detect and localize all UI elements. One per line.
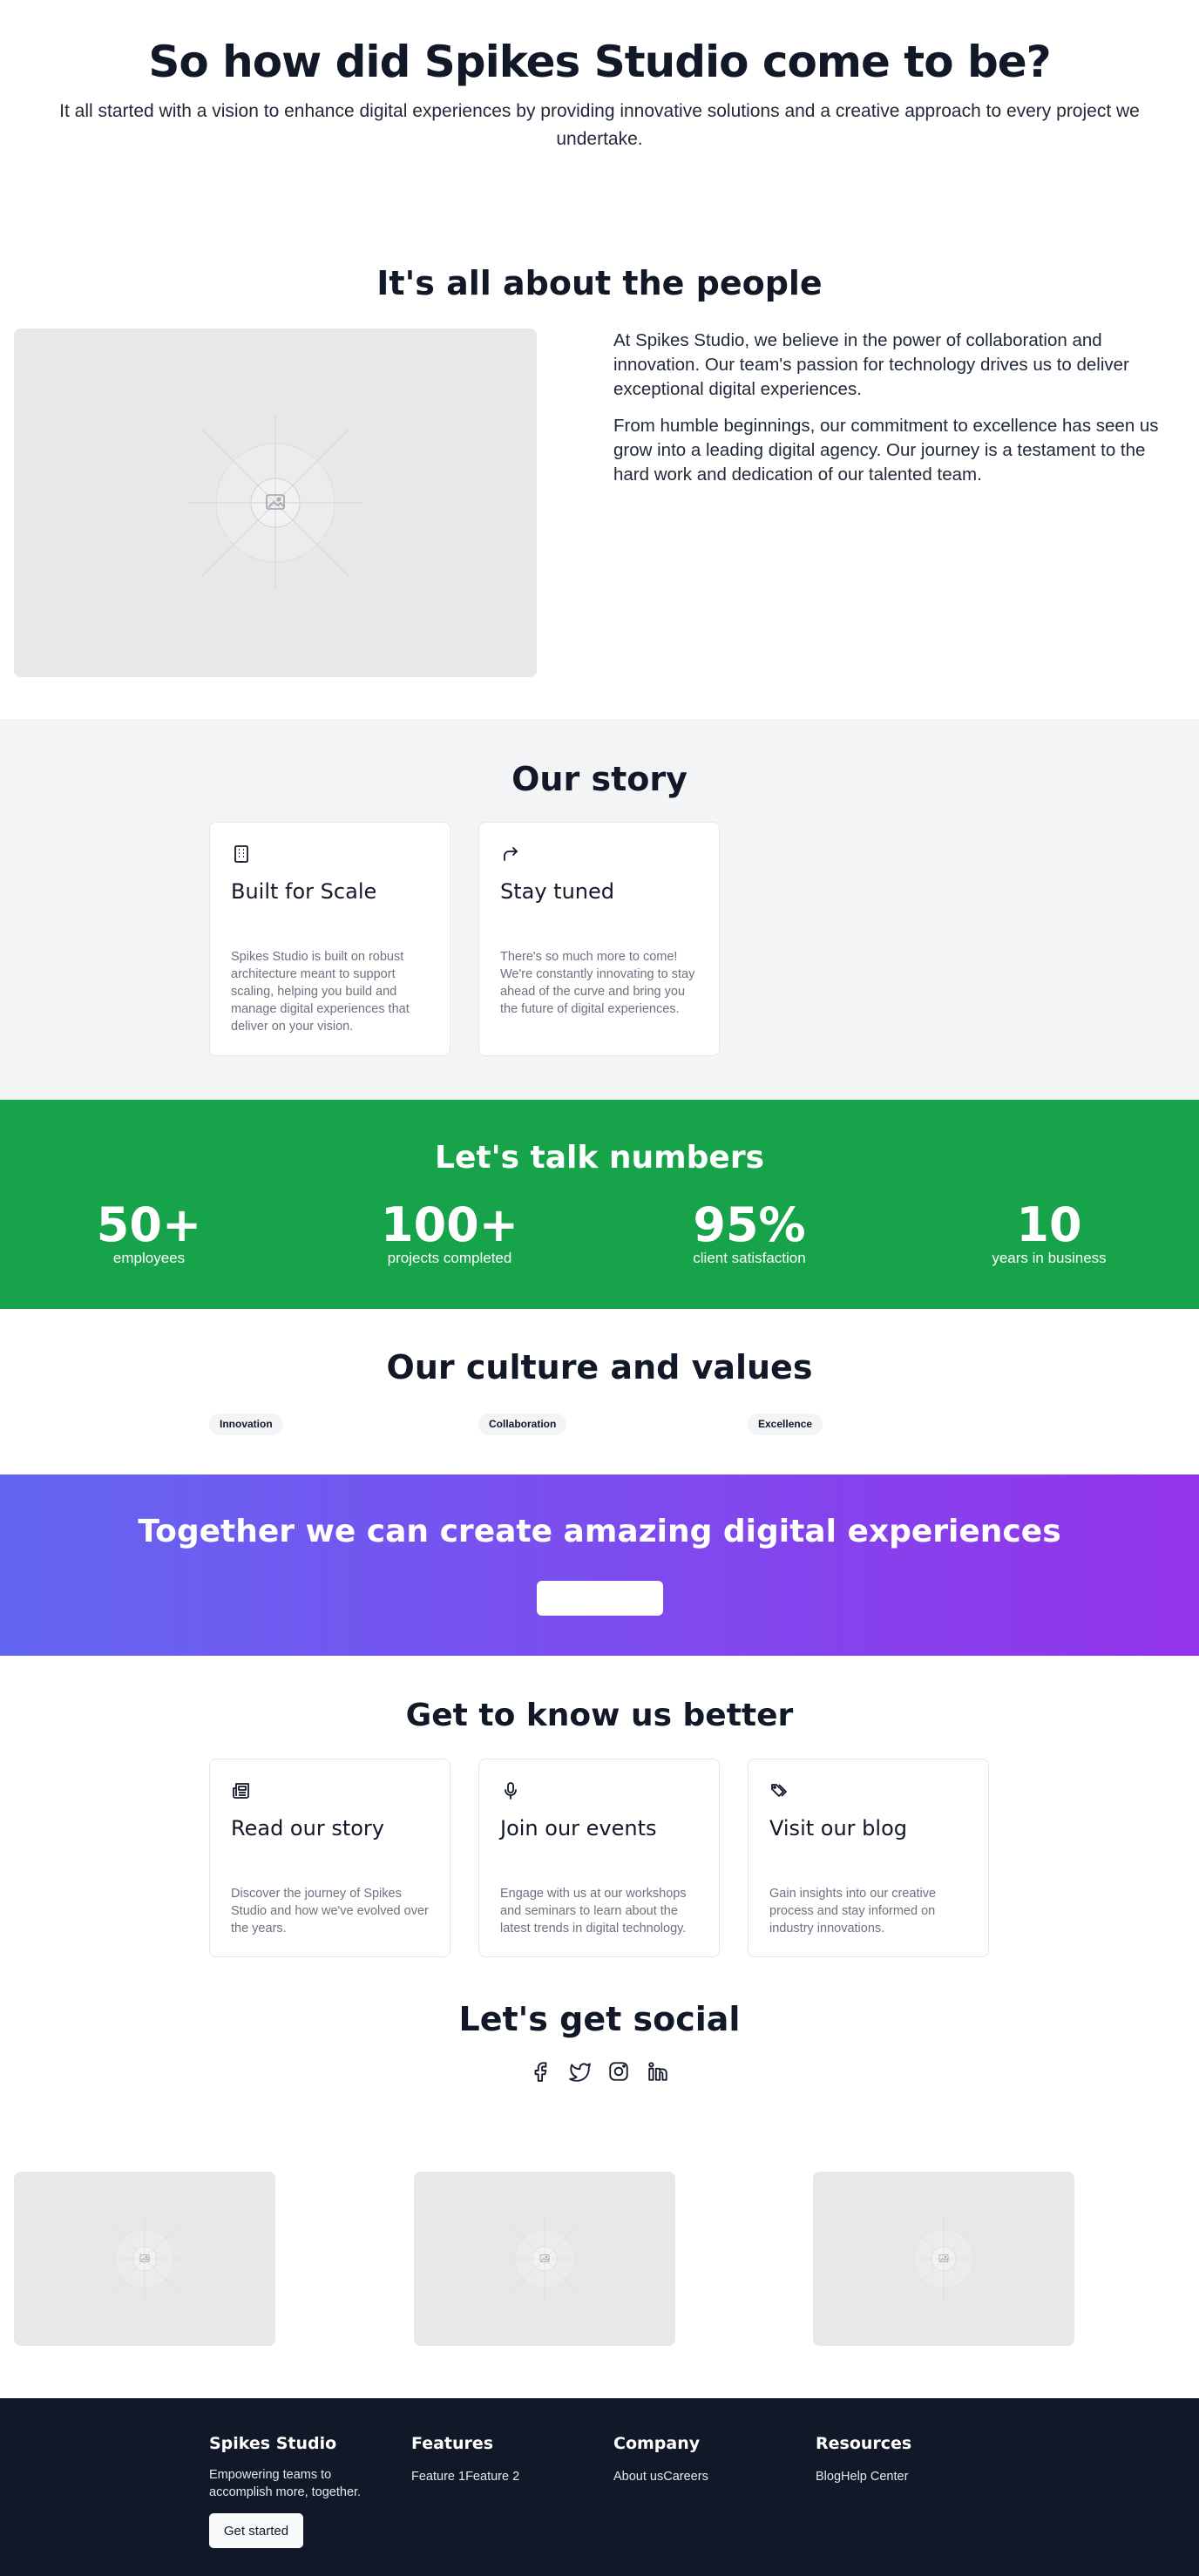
know-title: Get to know us better (405, 1698, 794, 1733)
get-started-button[interactable]: Get started (209, 2513, 303, 2548)
footer-brand: Spikes Studio (209, 2434, 337, 2453)
people-paragraph: From humble beginnings, our commitment t… (613, 416, 1159, 485)
know-section: Get to know us better Read our story Dis… (0, 1656, 1199, 1997)
story-card-text: There's so much more to come! We're cons… (500, 950, 695, 1016)
stat-employees: 50+ employees (27, 1199, 271, 1267)
cta-section: Together we can create amazing digital e… (0, 1474, 1199, 1656)
know-card-text: Discover the journey of Spikes Studio an… (231, 1887, 429, 1935)
know-card-text: Gain insights into our creative process … (769, 1887, 937, 1935)
footer-links: About usCareers (613, 2468, 708, 2485)
footer-link[interactable]: Feature 2 (465, 2470, 519, 2484)
footer-links: BlogHelp Center (816, 2468, 911, 2485)
stat-value: 95% (693, 1197, 806, 1252)
stat-value: 10 (1016, 1197, 1082, 1252)
culture-section: Our culture and values Innovation Collab… (0, 1309, 1199, 1474)
image-placeholder-icon (501, 2215, 588, 2302)
stat-years: 10 years in business (927, 1199, 1171, 1267)
footer-column-company: Company About usCareers (613, 2433, 708, 2485)
instagram-icon[interactable] (607, 2060, 630, 2083)
people-text: At Spikes Studio, we believe in the powe… (613, 329, 1180, 499)
footer-column-resources: Resources BlogHelp Center (816, 2433, 911, 2485)
footer-link[interactable]: Feature 1 (411, 2470, 465, 2484)
page-title: So how did Spikes Studio come to be? (148, 37, 1051, 87)
know-card-story[interactable]: Read our story Discover the journey of S… (209, 1759, 450, 1957)
footer-tagline: Empowering teams to accomplish more, tog… (209, 2468, 362, 2499)
hero-section: So how did Spikes Studio come to be? It … (0, 0, 1199, 174)
social-section: Let's get social (0, 1997, 1199, 2398)
people-paragraph: At Spikes Studio, we believe in the powe… (613, 330, 1129, 399)
stat-label: employees (112, 1250, 186, 1266)
stat-satisfaction: 95% client satisfaction (627, 1199, 871, 1267)
stat-label: projects completed (387, 1250, 512, 1266)
footer-brand-column: Spikes Studio Empowering teams to accomp… (209, 2433, 383, 2548)
image-placeholder-icon (900, 2215, 987, 2302)
building-icon (234, 845, 248, 863)
story-title: Our story (511, 760, 688, 798)
social-post-image[interactable] (414, 2172, 675, 2346)
know-card-blog[interactable]: Visit our blog Gain insights into our cr… (748, 1759, 989, 1957)
footer-link[interactable]: Careers (663, 2470, 708, 2484)
stat-label: years in business (992, 1250, 1107, 1266)
image-placeholder-icon (101, 2215, 188, 2302)
culture-title: Our culture and values (386, 1348, 813, 1386)
story-card-title: Built for Scale (231, 879, 377, 904)
story-section: Our story Built for Scale Spikes Studio … (0, 719, 1199, 1100)
value-tag: Innovation (209, 1413, 283, 1435)
tags-icon (771, 1784, 787, 1797)
know-card-title: Join our events (500, 1816, 657, 1840)
value-tag: Collaboration (478, 1413, 567, 1435)
footer-link[interactable]: About us (613, 2470, 663, 2484)
know-card-events[interactable]: Join our events Engage with us at our wo… (478, 1759, 720, 1957)
story-card: Built for Scale Spikes Studio is built o… (209, 822, 450, 1056)
share-arrow-icon (504, 847, 518, 861)
stat-value: 50+ (96, 1197, 202, 1252)
footer-column-title: Features (411, 2434, 494, 2453)
know-card-text: Engage with us at our workshops and semi… (500, 1887, 687, 1935)
twitter-icon[interactable] (568, 2060, 592, 2083)
footer-column-title: Resources (816, 2434, 912, 2453)
footer-column-title: Company (613, 2434, 701, 2453)
image-placeholder-icon (188, 416, 362, 590)
people-section: It's all about the people At Spikes Stud… (0, 174, 1199, 719)
people-title: It's all about the people (376, 264, 823, 302)
cta-title: Together we can create amazing digital e… (138, 1514, 1061, 1549)
story-card: Stay tuned There's so much more to come!… (478, 822, 720, 1056)
story-card-text: Spikes Studio is built on robust archite… (231, 950, 410, 1034)
value-tag: Excellence (748, 1413, 823, 1435)
numbers-title: Let's talk numbers (435, 1140, 764, 1176)
microphone-icon (505, 1782, 517, 1800)
facebook-icon[interactable] (530, 2060, 552, 2083)
social-post-image[interactable] (14, 2172, 275, 2346)
know-card-title: Visit our blog (769, 1816, 907, 1840)
cta-button[interactable] (536, 1581, 663, 1616)
footer-column-features: Features Feature 1Feature 2 (411, 2433, 519, 2485)
footer-link[interactable]: Blog (816, 2470, 841, 2484)
know-cards: Read our story Discover the journey of S… (0, 1759, 1199, 2003)
story-card-title: Stay tuned (500, 879, 615, 904)
footer-links: Feature 1Feature 2 (411, 2468, 519, 2485)
newspaper-icon (233, 1783, 249, 1799)
stat-projects: 100+ projects completed (328, 1199, 572, 1267)
linkedin-icon[interactable] (647, 2060, 669, 2083)
stat-value: 100+ (381, 1197, 518, 1252)
numbers-section: Let's talk numbers 50+ employees 100+ pr… (0, 1100, 1199, 1309)
footer: Spikes Studio Empowering teams to accomp… (0, 2398, 1199, 2576)
footer-link[interactable]: Help Center (841, 2470, 908, 2484)
social-icons (0, 2060, 1199, 2085)
hero-subtitle: It all started with a vision to enhance … (59, 101, 1140, 149)
stat-label: client satisfaction (693, 1250, 806, 1266)
team-image (14, 329, 537, 677)
story-cards: Built for Scale Spikes Studio is built o… (0, 822, 1199, 1066)
social-title: Let's get social (458, 2000, 741, 2038)
know-card-title: Read our story (231, 1816, 384, 1840)
social-post-image[interactable] (813, 2172, 1074, 2346)
